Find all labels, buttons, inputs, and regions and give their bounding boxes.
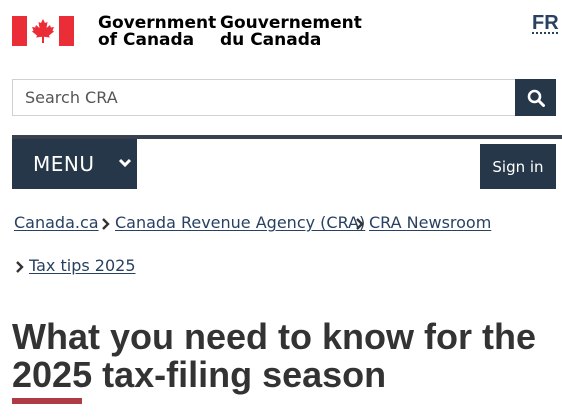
canada-flag-logo[interactable]	[12, 16, 74, 48]
chevron-right-icon	[102, 218, 110, 230]
canada-flag-icon	[12, 16, 74, 46]
sign-in-button[interactable]: Sign in	[480, 144, 556, 189]
search-input[interactable]	[12, 79, 516, 116]
menu-label: MENU	[33, 152, 95, 176]
chevron-right-icon	[356, 218, 364, 230]
breadcrumb-link-cra[interactable]: Canada Revenue Agency (CRA)	[115, 213, 365, 232]
breadcrumb-link-tax-tips[interactable]: Tax tips 2025	[29, 256, 136, 275]
maple-leaf-icon	[32, 19, 54, 43]
language-toggle-link[interactable]: FR	[532, 12, 559, 35]
signature-en-line2: of Canada	[98, 30, 195, 50]
signature-fr-line2: du Canada	[220, 30, 322, 50]
search-bar	[12, 79, 556, 116]
breadcrumb-link-newsroom[interactable]: CRA Newsroom	[369, 213, 491, 232]
government-signature-fr: Gouvernement du Canada	[220, 15, 362, 49]
breadcrumb-link-canada[interactable]: Canada.ca	[14, 213, 99, 232]
search-button[interactable]	[515, 79, 556, 116]
government-signature-en: Government of Canada	[98, 15, 216, 49]
menu-button[interactable]: MENU	[12, 139, 137, 189]
chevron-down-icon	[118, 158, 132, 168]
title-underline	[12, 398, 82, 404]
page-title: What you need to know for the 2025 tax-f…	[12, 316, 536, 395]
search-icon	[527, 89, 545, 107]
chevron-right-icon	[16, 261, 24, 273]
